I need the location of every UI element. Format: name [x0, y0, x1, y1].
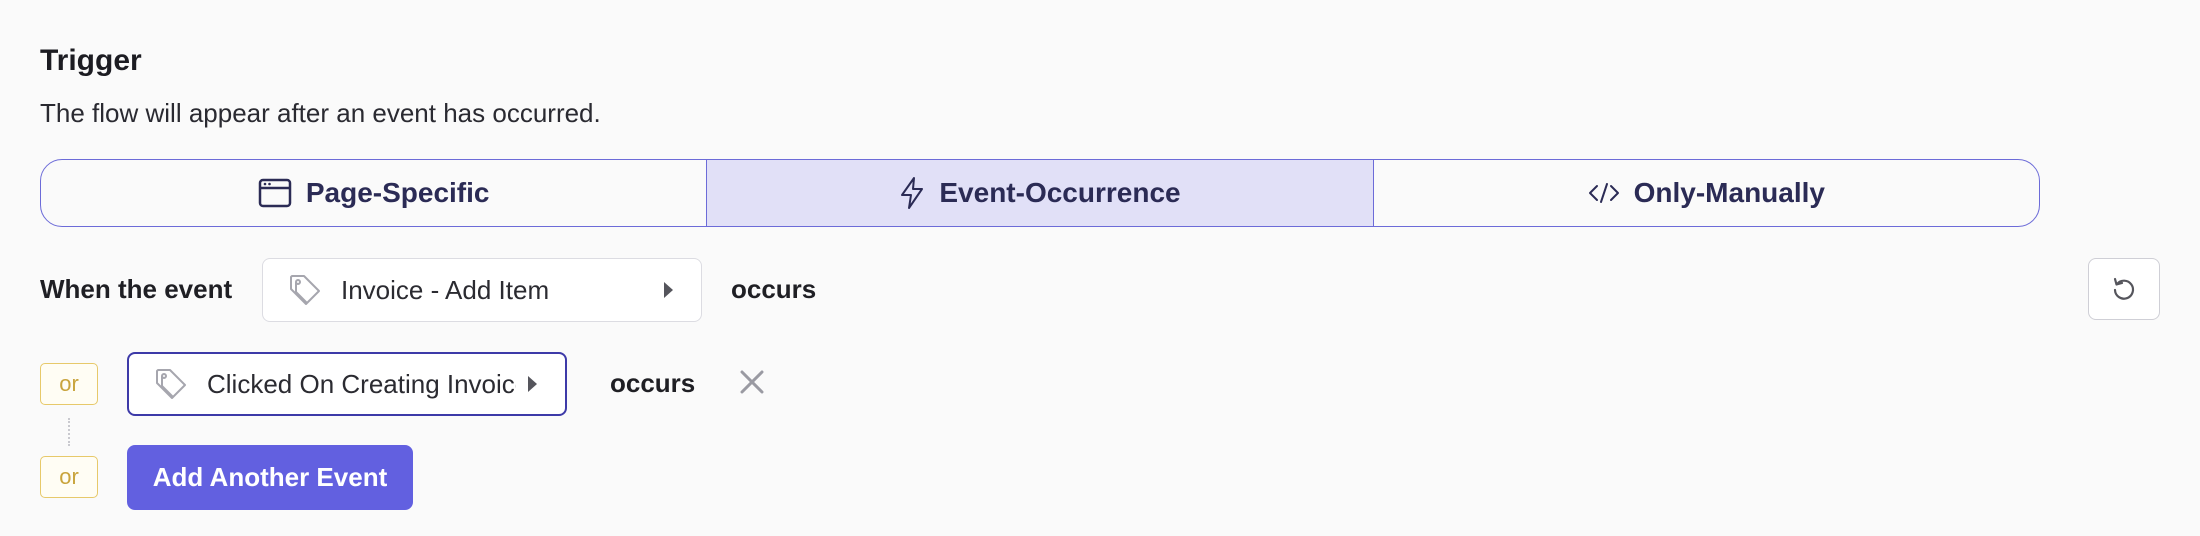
reset-icon — [2113, 277, 2135, 300]
trigger-description: The flow will appear after an event has … — [40, 98, 601, 128]
close-icon[interactable] — [736, 366, 768, 398]
occurs-label: occurs — [731, 274, 817, 304]
mode-page-specific-label: Page-Specific — [305, 177, 490, 208]
reset-button[interactable] — [2088, 258, 2160, 320]
trigger-title: Trigger — [40, 44, 142, 77]
occurs-label: occurs — [610, 368, 696, 398]
tag-icon — [290, 275, 320, 305]
when-the-event-label: When the event — [40, 274, 233, 304]
browser-window-icon — [258, 178, 292, 208]
caret-right-icon — [528, 376, 537, 392]
caret-right-icon — [664, 282, 673, 298]
event-select-secondary-label: Clicked On Creating Invoice — [207, 368, 516, 399]
or-chip: or — [40, 363, 98, 405]
trigger-mode-selector: Page-Specific Event-Occurrence Only-Manu… — [40, 159, 2040, 227]
add-another-event-button[interactable]: Add Another Event — [127, 445, 413, 510]
tag-icon — [156, 369, 186, 399]
lightning-icon — [901, 177, 924, 209]
mode-page-specific[interactable]: Page-Specific — [41, 160, 706, 226]
event-select-primary[interactable]: Invoice - Add Item — [262, 258, 702, 322]
mode-event-occurrence-label: Event-Occurrence — [939, 177, 1181, 208]
or-chip: or — [40, 456, 98, 498]
event-select-primary-label: Invoice - Add Item — [341, 274, 550, 305]
code-icon — [1588, 183, 1619, 203]
or-connector-line — [68, 418, 70, 446]
mode-event-occurrence[interactable]: Event-Occurrence — [706, 160, 1373, 226]
mode-only-manually[interactable]: Only-Manually — [1372, 160, 2039, 226]
mode-only-manually-label: Only-Manually — [1633, 177, 1825, 208]
event-select-secondary[interactable]: Clicked On Creating Invoice — [127, 352, 567, 416]
